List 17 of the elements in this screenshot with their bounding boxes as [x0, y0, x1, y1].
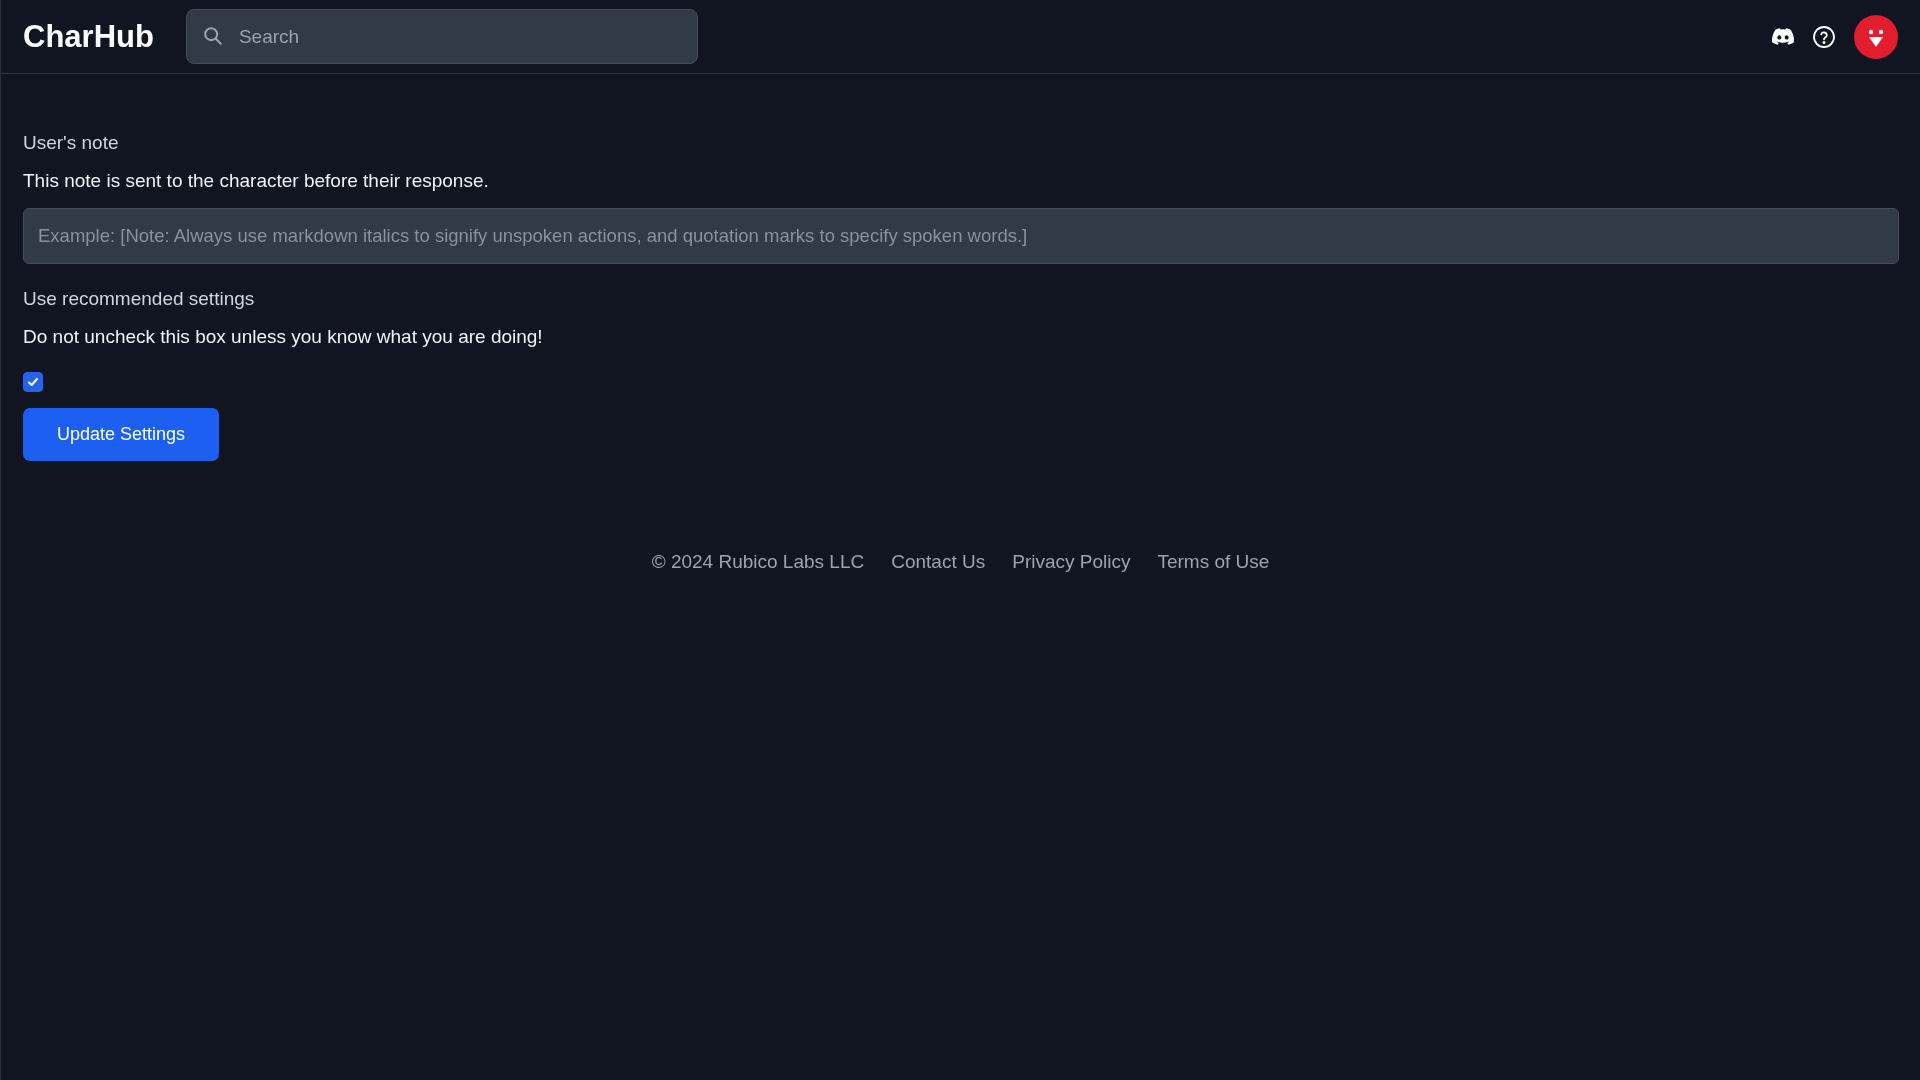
- field-label: Use recommended settings: [23, 288, 255, 310]
- update-settings-button[interactable]: Update Settings: [23, 408, 219, 461]
- search-field[interactable]: Search: [185, 9, 698, 64]
- site-logo[interactable]: CharHub: [23, 18, 154, 55]
- help-icon[interactable]: [1812, 24, 1836, 49]
- checkbox[interactable]: [23, 372, 43, 392]
- copyright-text: © 2024 Rubico Labs LLC: [651, 551, 865, 573]
- help-text: Do not uncheck this box unless you know what you are doing!: [23, 326, 543, 348]
- help-text: This note is sent to the character before their response.: [23, 170, 489, 192]
- field-label: User's note: [23, 132, 119, 154]
- footer-link[interactable]: Terms of Use: [1157, 551, 1270, 573]
- checkmark-icon: [26, 375, 40, 389]
- discord-icon[interactable]: [1772, 28, 1794, 45]
- footer-link[interactable]: Privacy Policy: [1012, 551, 1131, 573]
- footer-link[interactable]: Contact Us: [891, 551, 986, 573]
- note-input-field[interactable]: Example: [Note: Always use markdown italics to signify unspoken actions, and quotation marks to specify spoken words.]: [23, 208, 1899, 264]
- avatar-icon[interactable]: [1854, 14, 1898, 59]
